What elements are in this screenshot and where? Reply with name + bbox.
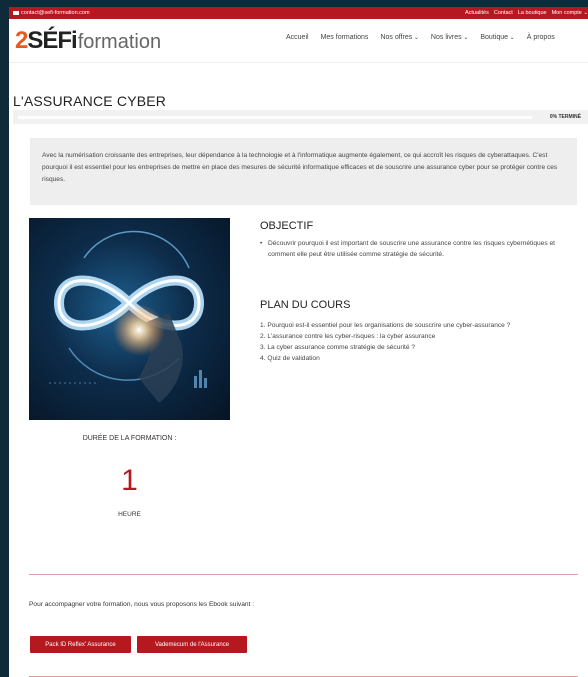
top-bar: contact@sefi-formation.com Actualités Co… [9, 7, 588, 19]
nav-nos-livres[interactable]: Nos livres [431, 34, 468, 41]
list-item: • Découvrir pourquoi il est important de… [260, 240, 555, 258]
page: contact@sefi-formation.com Actualités Co… [9, 7, 588, 677]
progress-track [18, 116, 532, 119]
intro-text: Avec la numérisation croissante des entr… [30, 138, 577, 205]
list-item: 1. Pourquoi est-il essentiel pour les or… [260, 322, 511, 329]
top-link-boutique[interactable]: La boutique [518, 10, 547, 16]
list-item: 2. L'assurance contre les cyber-risques … [260, 333, 436, 340]
top-link-actualites[interactable]: Actualités [465, 10, 489, 16]
ebook-button-pack-id-reflex[interactable]: Pack ID Reflex' Assurance [30, 636, 131, 653]
nav-mes-formations[interactable]: Mes formations [321, 34, 369, 41]
duration-value: 1 [121, 464, 138, 497]
top-link-mon-compte[interactable]: Mon compte ⌄ [552, 10, 588, 16]
ebook-button-vademecum[interactable]: Vademecum de l'Assurance [137, 636, 247, 653]
top-links: Actualités Contact La boutique Mon compt… [465, 10, 588, 16]
site-header: 2 SÉFi formation Accueil Mes formations … [9, 19, 588, 63]
nav-nos-offres[interactable]: Nos offres [380, 34, 418, 41]
nav-boutique[interactable]: Boutique [480, 34, 514, 41]
nav-a-propos[interactable]: À propos [527, 34, 555, 41]
mail-icon [13, 11, 19, 15]
course-image [29, 218, 230, 420]
contact-email-text: contact@sefi-formation.com [21, 10, 90, 16]
ebook-intro: Pour accompagner votre formation, nous v… [29, 601, 255, 608]
progress-bar: 0% TERMINÉ [13, 110, 588, 124]
site-logo[interactable]: 2 SÉFi formation [15, 27, 161, 55]
divider [29, 574, 578, 575]
duration-unit: HEURE [118, 511, 141, 518]
top-link-contact[interactable]: Contact [494, 10, 513, 16]
duration-label: DURÉE DE LA FORMATION : [82, 435, 177, 442]
list-item: 3. La cyber assurance comme stratégie de… [260, 344, 416, 351]
objective-title: OBJECTIF [260, 220, 314, 232]
list-item: 4. Quiz de validation [260, 355, 320, 362]
objective-list: • Découvrir pourquoi il est important de… [260, 238, 580, 260]
plan-list: 1. Pourquoi est-il essentiel pour les or… [260, 320, 560, 364]
main-nav: Accueil Mes formations Nos offres Nos li… [286, 34, 555, 41]
plan-title: PLAN DU COURS [260, 299, 351, 311]
contact-email[interactable]: contact@sefi-formation.com [13, 10, 90, 16]
nav-accueil[interactable]: Accueil [286, 34, 309, 41]
page-title: L'ASSURANCE CYBER [13, 93, 167, 109]
progress-label: 0% TERMINÉ [549, 114, 581, 120]
